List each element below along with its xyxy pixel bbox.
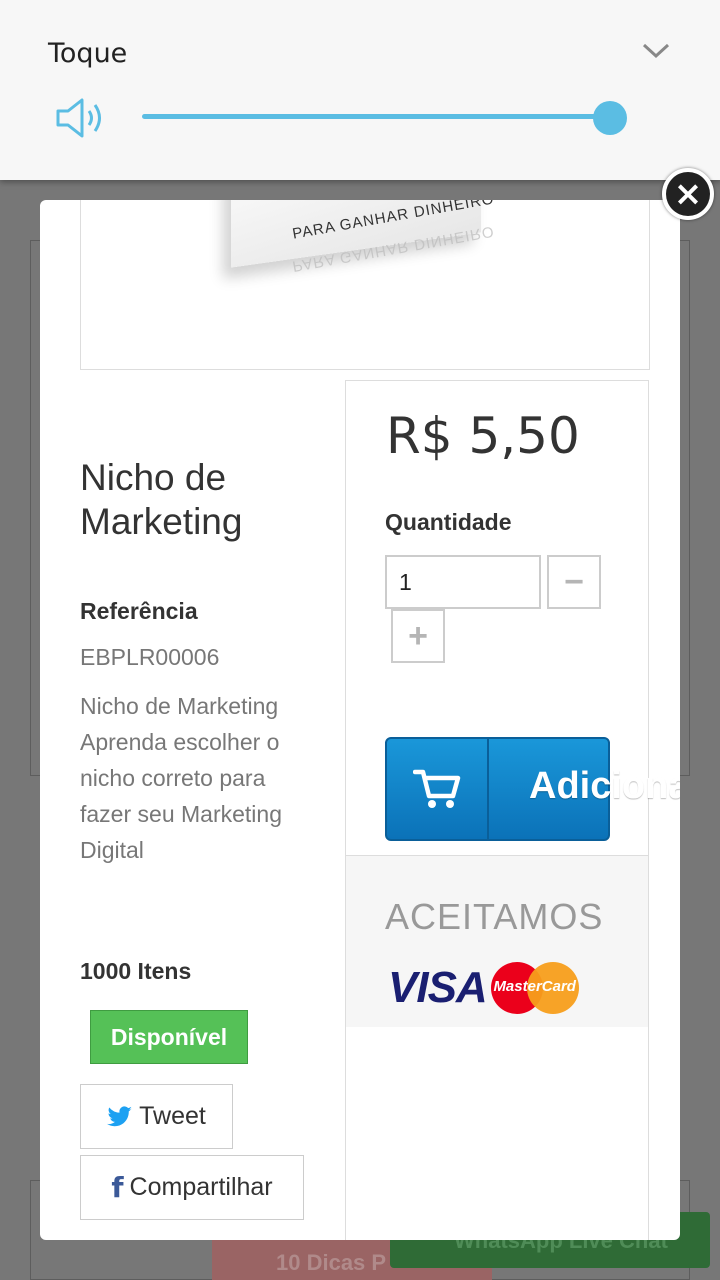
- product-image: PARA GANHAR DINHEIRO PARA GANHAR DINHEIR…: [80, 200, 650, 370]
- quantity-input[interactable]: [385, 555, 541, 609]
- volume-slider-track[interactable]: [142, 114, 610, 119]
- speaker-icon[interactable]: [54, 96, 108, 140]
- add-to-cart-button[interactable]: Adiciona: [385, 737, 680, 841]
- close-icon: ×: [666, 172, 710, 216]
- tweet-label: Tweet: [139, 1102, 206, 1130]
- reference-value: EBPLR00006: [80, 644, 220, 670]
- payment-methods: ACEITAMOS VISA MasterCard: [346, 855, 648, 1027]
- quantity-increase-button[interactable]: +: [391, 609, 445, 663]
- chevron-down-icon[interactable]: [640, 38, 672, 62]
- volume-panel: Toque: [0, 0, 720, 180]
- card-logos: VISA MasterCard: [388, 962, 579, 1014]
- close-button[interactable]: ×: [662, 168, 714, 220]
- product-title: Nicho de Marketing: [80, 457, 243, 542]
- stock-count: 1000 Itens: [80, 958, 192, 984]
- reference-label: Referência: [80, 598, 198, 624]
- visa-logo: VISA: [388, 963, 488, 1012]
- quantity-decrease-button[interactable]: −: [547, 555, 601, 609]
- volume-title: Toque: [48, 38, 128, 69]
- twitter-icon: [107, 1105, 133, 1126]
- product-price: R$ 5,50: [386, 407, 580, 465]
- facebook-icon: f: [111, 1171, 124, 1204]
- cart-icon: [387, 739, 489, 839]
- product-modal: PARA GANHAR DINHEIRO PARA GANHAR DINHEIR…: [40, 200, 680, 1240]
- availability-badge: Disponível: [90, 1010, 248, 1064]
- volume-slider-thumb[interactable]: [593, 101, 627, 135]
- share-label: Compartilhar: [129, 1173, 273, 1201]
- add-to-cart-label: Adiciona: [529, 765, 680, 807]
- purchase-panel: R$ 5,50 Quantidade − + Adiciona ACEITAMO…: [345, 380, 680, 1240]
- product-description: Nicho de Marketing Aprenda escolher o ni…: [80, 693, 282, 863]
- accepted-label: ACEITAMOS: [385, 896, 604, 937]
- mastercard-logo: MasterCard: [490, 962, 579, 1014]
- tweet-button[interactable]: Tweet: [80, 1084, 233, 1149]
- facebook-share-button[interactable]: f Compartilhar: [80, 1155, 304, 1220]
- quantity-label: Quantidade: [385, 509, 512, 535]
